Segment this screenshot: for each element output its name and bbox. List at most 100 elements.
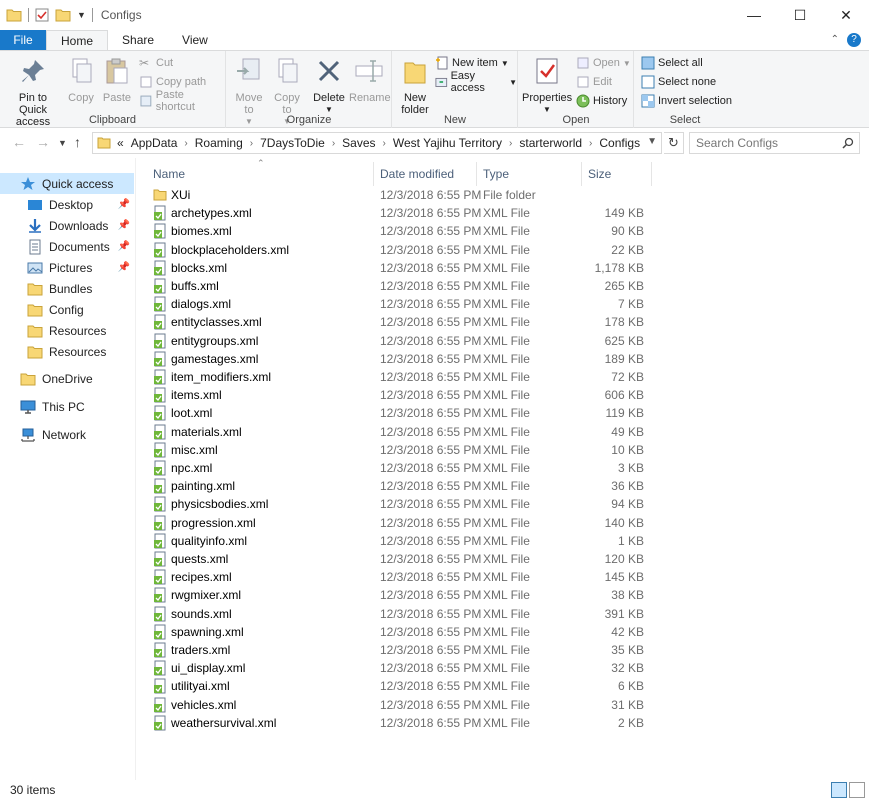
invert-selection-button[interactable]: Invert selection <box>641 92 732 110</box>
address-dropdown-icon[interactable]: ▼ <box>647 136 657 147</box>
nav-resources-2[interactable]: Resources <box>0 341 134 362</box>
properties-check-icon[interactable] <box>35 8 49 22</box>
pin-icon[interactable]: 📌 <box>118 262 130 273</box>
nav-quick-access[interactable]: Quick access <box>0 173 134 194</box>
column-header-name[interactable]: Name <box>147 162 374 186</box>
table-row[interactable]: items.xml 12/3/2018 6:55 PM XML File 606 KB <box>148 386 652 404</box>
table-row[interactable]: materials.xml 12/3/2018 6:55 PM XML File 49… <box>148 423 652 441</box>
table-row[interactable]: weathersurvival.xml 12/3/2018 6:55 PM XML … <box>148 714 652 732</box>
address-bar[interactable]: « AppData › Roaming › 7DaysToDie › Saves… <box>92 132 662 154</box>
paste-button[interactable]: Paste <box>100 55 134 104</box>
pin-icon[interactable]: 📌 <box>118 220 130 231</box>
maximize-button[interactable]: ☐ <box>777 0 823 30</box>
forward-arrow-icon[interactable]: → <box>36 134 50 150</box>
table-row[interactable]: utilityai.xml 12/3/2018 6:55 PM XML File 6 … <box>148 677 652 695</box>
table-row[interactable]: progression.xml 12/3/2018 6:55 PM XML File… <box>148 514 652 532</box>
up-arrow-icon[interactable]: ↑ <box>74 134 81 150</box>
table-row[interactable]: traders.xml 12/3/2018 6:55 PM XML File 35 K… <box>148 641 652 659</box>
nav-documents[interactable]: Documents 📌 <box>0 236 134 257</box>
minimize-button[interactable]: — <box>731 0 777 30</box>
breadcrumb-starterworld[interactable]: starterworld <box>519 136 582 150</box>
nav-resources[interactable]: Resources <box>0 320 134 341</box>
nav-desktop[interactable]: Desktop 📌 <box>0 194 134 215</box>
details-view-icon[interactable] <box>831 782 847 798</box>
table-row[interactable]: recipes.xml 12/3/2018 6:55 PM XML File 145 … <box>148 568 652 586</box>
open-button[interactable]: Open ▼ <box>576 54 631 72</box>
pin-icon[interactable]: 📌 <box>118 241 130 252</box>
breadcrumb-saves[interactable]: Saves <box>342 136 375 150</box>
table-row[interactable]: biomes.xml 12/3/2018 6:55 PM XML File 90 KB <box>148 222 652 240</box>
close-button[interactable]: ✕ <box>823 0 869 30</box>
nav-onedrive[interactable]: OneDrive <box>0 368 134 389</box>
table-row[interactable]: gamestages.xml 12/3/2018 6:55 PM XML File 1… <box>148 350 652 368</box>
table-row[interactable]: entitygroups.xml 12/3/2018 6:55 PM XML Fil… <box>148 332 652 350</box>
breadcrumb-separator-icon[interactable]: › <box>250 138 253 149</box>
nav-pictures[interactable]: Pictures 📌 <box>0 257 134 278</box>
table-row[interactable]: XUi 12/3/2018 6:55 PM File folder <box>148 186 652 204</box>
table-row[interactable]: blockplaceholders.xml 12/3/2018 6:55 PM XM… <box>148 241 652 259</box>
help-icon[interactable]: ? <box>847 33 861 47</box>
table-row[interactable]: quests.xml 12/3/2018 6:55 PM XML File 120 K… <box>148 550 652 568</box>
search-input[interactable]: Search Configs <box>689 132 860 154</box>
column-header-date[interactable]: Date modified <box>374 162 477 186</box>
rename-button[interactable]: Rename <box>349 55 391 104</box>
easy-access-button[interactable]: Easy access ▼ <box>435 70 517 94</box>
table-row[interactable]: physicsbodies.xml 12/3/2018 6:55 PM XML Fi… <box>148 495 652 513</box>
select-none-button[interactable]: Select none <box>641 73 716 91</box>
tab-home[interactable]: Home <box>46 30 109 50</box>
breadcrumb-separator-icon[interactable]: › <box>332 138 335 149</box>
table-row[interactable]: qualityinfo.xml 12/3/2018 6:55 PM XML File… <box>148 532 652 550</box>
refresh-button[interactable]: ↻ <box>664 132 684 154</box>
edit-button[interactable]: Edit <box>576 73 612 91</box>
table-row[interactable]: spawning.xml 12/3/2018 6:55 PM XML File 42 … <box>148 623 652 641</box>
table-row[interactable]: loot.xml 12/3/2018 6:55 PM XML File 119 KB <box>148 404 652 422</box>
breadcrumb-separator-icon[interactable]: › <box>509 138 512 149</box>
recent-locations-chevron-icon[interactable]: ▼ <box>58 138 67 148</box>
nav-config[interactable]: Config <box>0 299 134 320</box>
back-arrow-icon[interactable]: ← <box>12 134 26 150</box>
paste-shortcut-button[interactable]: Paste shortcut <box>139 89 225 113</box>
table-row[interactable]: blocks.xml 12/3/2018 6:55 PM XML File 1,178… <box>148 259 652 277</box>
breadcrumb-configs[interactable]: Configs <box>599 136 640 150</box>
breadcrumb-separator-icon[interactable]: › <box>184 138 187 149</box>
ribbon-collapse-icon[interactable]: ⌃ <box>831 34 839 45</box>
folder-icon[interactable] <box>6 8 22 22</box>
table-row[interactable]: vehicles.xml 12/3/2018 6:55 PM XML File 31 … <box>148 696 652 714</box>
table-row[interactable]: buffs.xml 12/3/2018 6:55 PM XML File 265 KB <box>148 277 652 295</box>
properties-button[interactable]: Properties ▼ <box>522 55 572 116</box>
tab-share[interactable]: Share <box>108 30 168 50</box>
delete-button[interactable]: Delete ▼ <box>311 55 347 116</box>
breadcrumb-separator-icon[interactable]: › <box>589 138 592 149</box>
breadcrumb-separator-icon[interactable]: › <box>383 138 386 149</box>
table-row[interactable]: sounds.xml 12/3/2018 6:55 PM XML File 391 K… <box>148 605 652 623</box>
pin-icon[interactable]: 📌 <box>118 199 130 210</box>
nav-network[interactable]: Network <box>0 424 134 445</box>
table-row[interactable]: npc.xml 12/3/2018 6:55 PM XML File 3 KB <box>148 459 652 477</box>
breadcrumb-west-yajihu-territory[interactable]: West Yajihu Territory <box>393 136 502 150</box>
qat-dropdown-icon[interactable]: ▼ <box>77 10 86 20</box>
nav-downloads[interactable]: Downloads 📌 <box>0 215 134 236</box>
new-folder-button[interactable]: New folder <box>397 55 433 116</box>
table-row[interactable]: dialogs.xml 12/3/2018 6:55 PM XML File 7 KB <box>148 295 652 313</box>
history-button[interactable]: History <box>576 92 627 110</box>
table-row[interactable]: entityclasses.xml 12/3/2018 6:55 PM XML Fi… <box>148 313 652 331</box>
select-all-button[interactable]: Select all <box>641 54 703 72</box>
table-row[interactable]: rwgmixer.xml 12/3/2018 6:55 PM XML File 38 … <box>148 586 652 604</box>
large-icons-view-icon[interactable] <box>849 782 865 798</box>
column-header-type[interactable]: Type <box>477 162 582 186</box>
table-row[interactable]: misc.xml 12/3/2018 6:55 PM XML File 10 KB <box>148 441 652 459</box>
table-row[interactable]: ui_display.xml 12/3/2018 6:55 PM XML File 3… <box>148 659 652 677</box>
copy-button[interactable]: Copy <box>64 55 98 104</box>
breadcrumb-appdata[interactable]: AppData <box>131 136 178 150</box>
nav-bundles[interactable]: Bundles <box>0 278 134 299</box>
column-header-size[interactable]: Size <box>582 162 652 186</box>
tab-file[interactable]: File <box>0 30 46 50</box>
nav-this-pc[interactable]: This PC <box>0 396 134 417</box>
cut-button[interactable]: ✂ Cut <box>139 54 173 72</box>
table-row[interactable]: archetypes.xml 12/3/2018 6:55 PM XML File 1… <box>148 204 652 222</box>
breadcrumb-roaming[interactable]: Roaming <box>195 136 243 150</box>
tab-view[interactable]: View <box>168 30 222 50</box>
table-row[interactable]: item_modifiers.xml 12/3/2018 6:55 PM XML F… <box>148 368 652 386</box>
breadcrumb-7daystodie[interactable]: 7DaysToDie <box>260 136 325 150</box>
new-folder-qat-icon[interactable] <box>55 8 71 22</box>
